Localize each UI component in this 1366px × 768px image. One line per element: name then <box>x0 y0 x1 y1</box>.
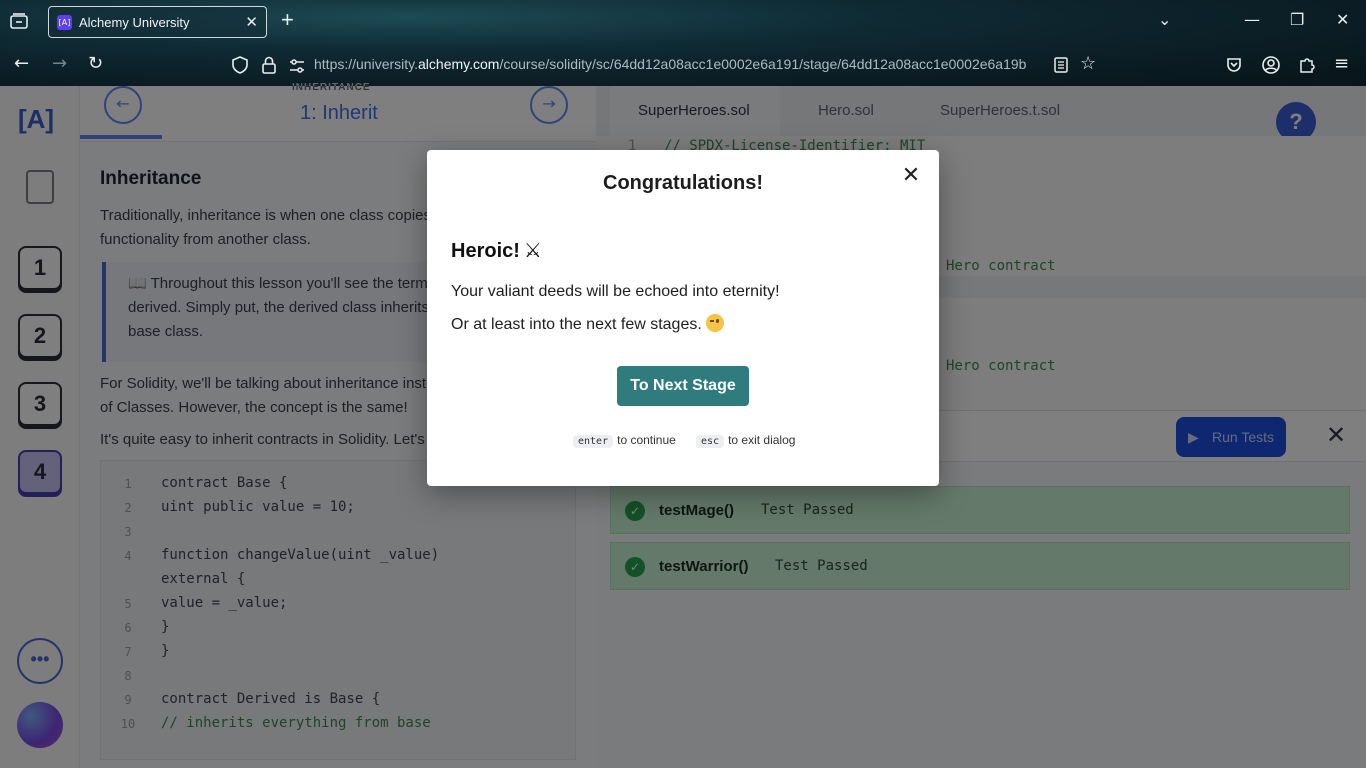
dialog-message-line: Your valiant deeds will be echoed into e… <box>451 283 780 300</box>
app-menu-icon[interactable]: ≡ <box>1334 54 1349 74</box>
minimize-icon[interactable]: — <box>1244 10 1260 29</box>
alchemy-favicon-icon: [A] <box>57 15 72 30</box>
crossed-swords-icon: ⚔ <box>523 238 542 262</box>
enter-hint: enter to continue <box>573 433 676 448</box>
window-close-icon[interactable]: ✕ <box>1336 10 1349 29</box>
congratulations-dialog: Congratulations! ✕ Heroic! ⚔ Your valiant… <box>427 150 939 486</box>
lock-icon[interactable] <box>262 56 276 74</box>
shield-icon[interactable] <box>232 56 248 74</box>
url-domain: alchemy.com <box>418 56 500 72</box>
url-path: /course/solidity/sc/64dd12a08acc1e0002e6… <box>499 56 1027 72</box>
list-all-tabs-chevron-icon[interactable]: ⌄ <box>1158 10 1171 29</box>
close-icon[interactable]: ✕ <box>897 162 925 190</box>
heading-text: Heroic! <box>451 240 520 262</box>
account-icon[interactable] <box>1262 56 1280 74</box>
enter-hint-text: to continue <box>617 433 676 447</box>
to-next-stage-button[interactable]: To Next Stage <box>617 366 749 406</box>
back-arrow-icon[interactable]: ← <box>14 54 29 74</box>
dialog-message-line-2: Or at least into the next few stages. <box>451 314 724 334</box>
url-bar[interactable]: https://university.alchemy.com/course/so… <box>314 56 1026 72</box>
tab-title: Alchemy University <box>79 15 190 30</box>
dialog-message-text: Or at least into the next few stages. <box>451 316 702 333</box>
url-prefix: https://university. <box>314 56 419 72</box>
esc-key: esc <box>696 435 725 448</box>
tab-list-icon[interactable] <box>10 13 28 29</box>
bookmark-star-icon[interactable]: ☆ <box>1080 54 1096 74</box>
esc-hint: esc to exit dialog <box>696 433 795 448</box>
browser-tab[interactable]: [A] Alchemy University ✕ <box>48 6 267 38</box>
browser-chrome: [A] Alchemy University ✕ + ⌄ — ❐ ✕ ← → ↻… <box>0 0 1366 86</box>
reader-view-icon[interactable] <box>1054 57 1068 73</box>
forward-arrow-icon[interactable]: → <box>52 54 67 74</box>
winking-face-icon <box>705 314 724 332</box>
esc-hint-text: to exit dialog <box>728 433 796 447</box>
pocket-icon[interactable] <box>1226 57 1242 73</box>
dialog-title: Congratulations! <box>603 172 763 194</box>
extensions-puzzle-icon[interactable] <box>1298 56 1316 74</box>
new-tab-plus-icon[interactable]: + <box>281 9 294 31</box>
dialog-heading: Heroic! ⚔ <box>451 238 542 263</box>
tab-close-icon[interactable]: ✕ <box>245 13 258 31</box>
restore-icon[interactable]: ❐ <box>1290 10 1304 29</box>
reload-icon[interactable]: ↻ <box>88 54 103 74</box>
tab-bar: [A] Alchemy University ✕ + ⌄ — ❐ ✕ <box>0 0 1366 44</box>
enter-key: enter <box>573 435 614 448</box>
permissions-icon[interactable] <box>289 59 305 73</box>
